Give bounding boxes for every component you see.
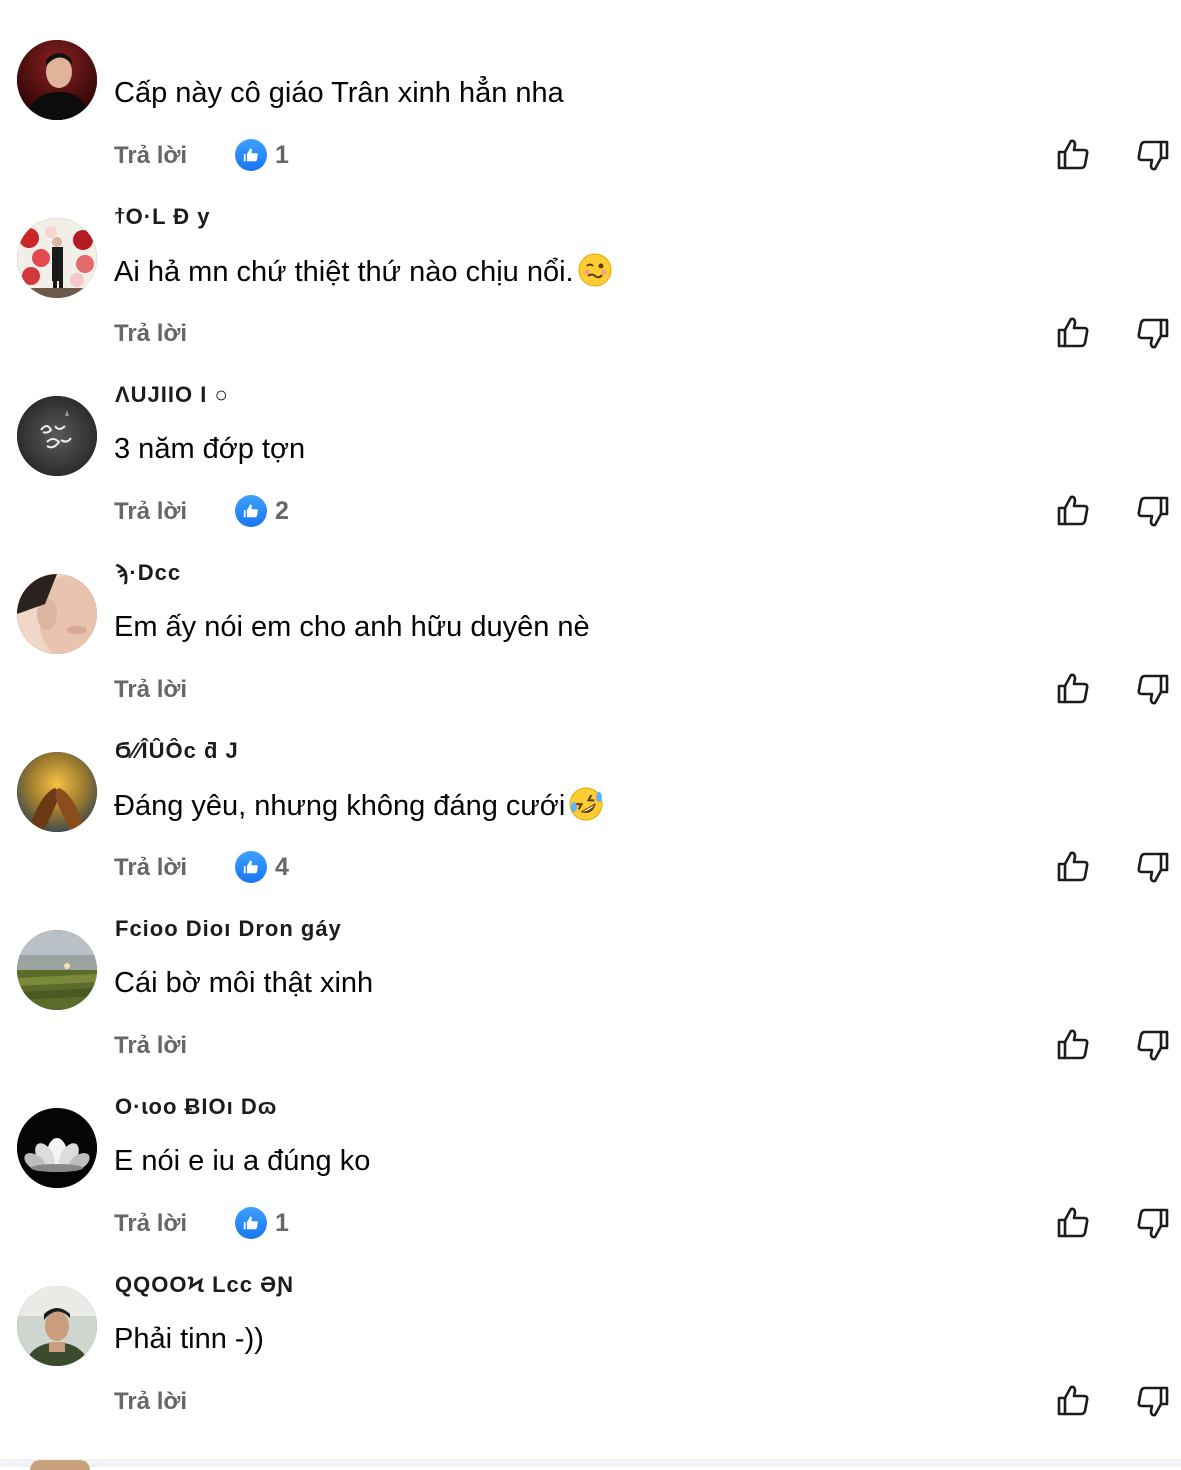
commenter-name[interactable]: ϯO·L Ð y bbox=[115, 204, 211, 232]
comment-body: Cấp này cô giáo Trân xinh hẳn nha bbox=[114, 77, 564, 109]
upvote-button[interactable] bbox=[1055, 137, 1091, 173]
commenter-name[interactable]: ɅUJIIO I ○ bbox=[115, 382, 229, 410]
like-summary[interactable]: 2 bbox=[235, 494, 289, 528]
reply-button[interactable]: Trả lời bbox=[114, 142, 187, 170]
upvote-button[interactable] bbox=[1055, 1383, 1091, 1419]
downvote-button[interactable] bbox=[1135, 1205, 1171, 1241]
comment-body: Phải tinn -)) bbox=[114, 1323, 264, 1355]
like-summary[interactable]: 4 bbox=[235, 850, 289, 884]
like-count: 4 bbox=[275, 852, 289, 881]
like-summary[interactable]: 1 bbox=[235, 1206, 289, 1240]
commenter-name[interactable]: ϡ·Dcc bbox=[115, 560, 181, 588]
comment-body: 3 năm đớp tợn bbox=[114, 433, 306, 465]
commenter-name[interactable]: Ϭ⁄⁄ÎÛÔc ƌ J bbox=[115, 738, 239, 766]
reply-button[interactable]: Trả lời bbox=[114, 1210, 187, 1238]
thumbs-up-outline-icon bbox=[1055, 1027, 1091, 1063]
downvote-button[interactable] bbox=[1135, 671, 1171, 707]
comment-body: Đáng yêu, nhưng không đáng cưới bbox=[114, 790, 566, 822]
upvote-button[interactable] bbox=[1055, 1205, 1091, 1241]
next-avatar-partial bbox=[30, 1460, 90, 1470]
comment-body: E nói e iu a đúng ko bbox=[114, 1145, 371, 1177]
thumbs-down-outline-icon bbox=[1135, 671, 1171, 707]
comment-body: Em ấy nói em cho anh hữu duyên nè bbox=[114, 611, 590, 643]
comment-item: ϯO·L Ð y Ai hả mn chứ thiệt thứ nào chịu … bbox=[0, 178, 1181, 356]
upvote-button[interactable] bbox=[1055, 671, 1091, 707]
upvote-button[interactable] bbox=[1055, 849, 1091, 885]
reply-button[interactable]: Trả lời bbox=[114, 854, 187, 882]
like-count: 1 bbox=[275, 1208, 289, 1237]
comment-text: Cấp này cô giáo Trân xinh hẳn nha bbox=[114, 75, 564, 111]
like-count: 1 bbox=[275, 140, 289, 169]
rofl-face-icon bbox=[569, 787, 603, 821]
reply-button[interactable]: Trả lời bbox=[114, 1388, 187, 1416]
comment-text: 3 năm đớp tợn bbox=[114, 431, 305, 467]
avatar[interactable] bbox=[17, 752, 97, 832]
thumbs-up-icon bbox=[235, 1207, 267, 1239]
woozy-face-icon bbox=[578, 253, 612, 287]
thumbs-up-outline-icon bbox=[1055, 671, 1091, 707]
comment-item: O·ɩoo ɃIOı Dɷ E nói e iu a đúng ko Trả lời… bbox=[0, 1068, 1181, 1246]
avatar[interactable] bbox=[17, 40, 97, 120]
comment-text: Ai hả mn chứ thiệt thứ nào chịu nổi. bbox=[114, 253, 612, 290]
downvote-button[interactable] bbox=[1135, 137, 1171, 173]
comment-item: ϡ·Dcc Em ấy nói em cho anh hữu duyên nè Tr… bbox=[0, 534, 1181, 712]
thumbs-up-icon bbox=[235, 851, 267, 883]
avatar[interactable] bbox=[17, 396, 97, 476]
thumbs-down-outline-icon bbox=[1135, 493, 1171, 529]
comment-item: ɅUJIIO I ○ 3 năm đớp tợn Trả lời 2 bbox=[0, 356, 1181, 534]
comment-item: Cấp này cô giáo Trân xinh hẳn nha Trả lời… bbox=[0, 0, 1181, 178]
like-count: 2 bbox=[275, 496, 289, 525]
thumbs-up-outline-icon bbox=[1055, 1383, 1091, 1419]
comment-item: Ϭ⁄⁄ÎÛÔc ƌ J Đáng yêu, nhưng không đáng cư… bbox=[0, 712, 1181, 890]
comment-body: Cái bờ môi thật xinh bbox=[114, 967, 374, 999]
avatar[interactable] bbox=[17, 1108, 97, 1188]
comment-body: Ai hả mn chứ thiệt thứ nào chịu nổi. bbox=[114, 256, 574, 288]
comment-text: Em ấy nói em cho anh hữu duyên nè bbox=[114, 609, 590, 645]
thumbs-up-outline-icon bbox=[1055, 849, 1091, 885]
comment-text: Đáng yêu, nhưng không đáng cưới bbox=[114, 787, 603, 824]
upvote-button[interactable] bbox=[1055, 315, 1091, 351]
thumbs-up-outline-icon bbox=[1055, 315, 1091, 351]
thumbs-down-outline-icon bbox=[1135, 315, 1171, 351]
avatar[interactable] bbox=[17, 1286, 97, 1366]
thumbs-down-outline-icon bbox=[1135, 137, 1171, 173]
like-summary[interactable]: 1 bbox=[235, 138, 289, 172]
downvote-button[interactable] bbox=[1135, 493, 1171, 529]
thumbs-down-outline-icon bbox=[1135, 1383, 1171, 1419]
reply-button[interactable]: Trả lời bbox=[114, 498, 187, 526]
reply-button[interactable]: Trả lời bbox=[114, 1032, 187, 1060]
thumbs-up-outline-icon bbox=[1055, 137, 1091, 173]
commenter-name[interactable]: QQOOϞ Lcc ƏƝ bbox=[115, 1272, 294, 1300]
thumbs-down-outline-icon bbox=[1135, 1205, 1171, 1241]
downvote-button[interactable] bbox=[1135, 1383, 1171, 1419]
commenter-name[interactable]: O·ɩoo ɃIOı Dɷ bbox=[115, 1094, 277, 1122]
avatar[interactable] bbox=[17, 930, 97, 1010]
upvote-button[interactable] bbox=[1055, 493, 1091, 529]
thumbs-up-icon bbox=[235, 139, 267, 171]
downvote-button[interactable] bbox=[1135, 849, 1171, 885]
thumbs-up-icon bbox=[235, 495, 267, 527]
comment-text: Phải tinn -)) bbox=[114, 1321, 264, 1357]
thumbs-up-outline-icon bbox=[1055, 1205, 1091, 1241]
divider bbox=[0, 1459, 1181, 1467]
thumbs-down-outline-icon bbox=[1135, 849, 1171, 885]
comment-item: QQOOϞ Lcc ƏƝ Phải tinn -)) Trả lời bbox=[0, 1246, 1181, 1424]
commenter-name[interactable]: Fcioo Dioı Dron gáy bbox=[115, 916, 342, 944]
thumbs-up-outline-icon bbox=[1055, 493, 1091, 529]
comment-item: Fcioo Dioı Dron gáy Cái bờ môi thật xinh T… bbox=[0, 890, 1181, 1068]
avatar[interactable] bbox=[17, 574, 97, 654]
comment-text: Cái bờ môi thật xinh bbox=[114, 965, 373, 1001]
upvote-button[interactable] bbox=[1055, 1027, 1091, 1063]
downvote-button[interactable] bbox=[1135, 1027, 1171, 1063]
avatar[interactable] bbox=[17, 218, 97, 298]
reply-button[interactable]: Trả lời bbox=[114, 320, 187, 348]
comment-text: E nói e iu a đúng ko bbox=[114, 1143, 370, 1179]
downvote-button[interactable] bbox=[1135, 315, 1171, 351]
reply-button[interactable]: Trả lời bbox=[114, 676, 187, 704]
thumbs-down-outline-icon bbox=[1135, 1027, 1171, 1063]
